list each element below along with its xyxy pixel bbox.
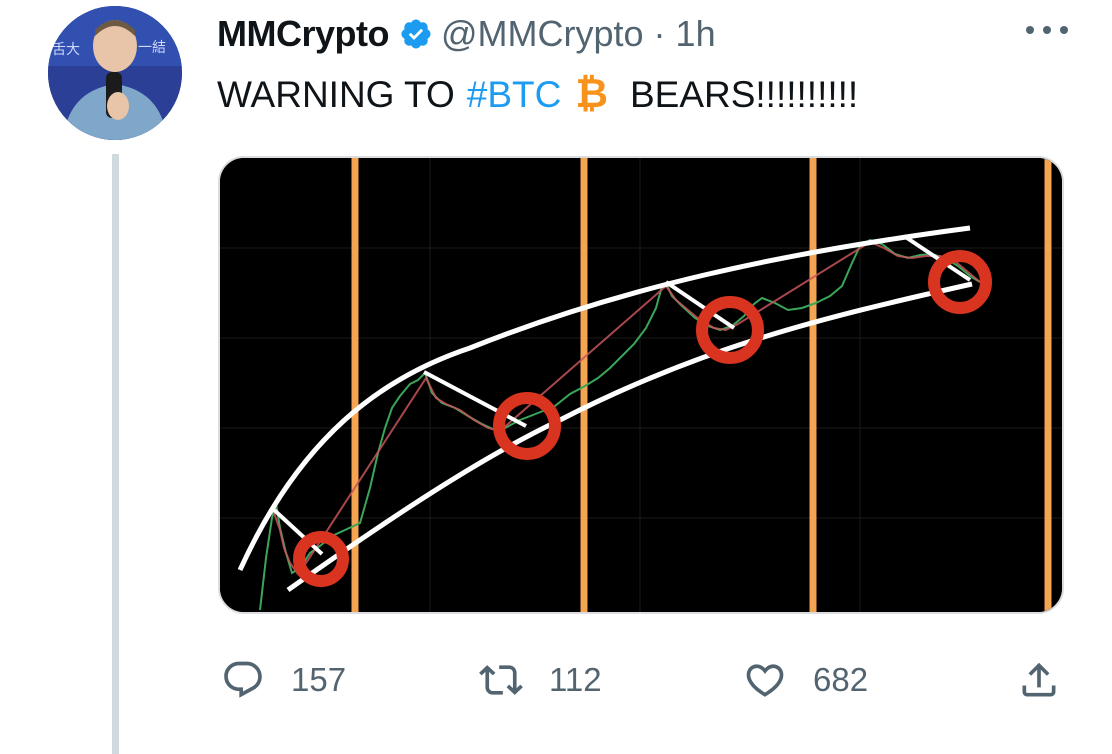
display-name[interactable]: MMCrypto	[217, 13, 389, 55]
hashtag-link[interactable]: #BTC	[467, 74, 562, 116]
more-icon[interactable]	[1026, 20, 1068, 40]
bitcoin-icon: ₿	[575, 72, 608, 116]
tweet-media-chart[interactable]	[218, 156, 1064, 614]
like-icon	[746, 664, 784, 697]
timestamp[interactable]: 1h	[676, 13, 716, 55]
separator-dot: ·	[653, 13, 666, 54]
reply-count: 157	[291, 661, 347, 698]
tweet-text-suffix: BEARS!!!!!!!!!!	[629, 73, 859, 115]
more-dot	[1060, 26, 1068, 34]
reply-button[interactable]: 157	[221, 650, 346, 710]
thread-line	[112, 154, 119, 754]
handle[interactable]: @MMCrypto	[441, 13, 644, 55]
retweet-count: 112	[549, 661, 602, 698]
verified-badge-icon	[401, 19, 431, 49]
share-button[interactable]	[1017, 650, 1061, 710]
tweet-text: WARNING TO #BTC ₿ BEARS!!!!!!!!!!	[217, 72, 858, 117]
retweet-icon	[479, 665, 523, 695]
more-dot	[1043, 26, 1051, 34]
svg-text:舌大: 舌大	[52, 42, 80, 58]
tweet-actions: 157 112 682	[217, 650, 1067, 710]
like-count: 682	[813, 661, 869, 698]
avatar-photo: 舌大 一結	[48, 6, 182, 140]
retweet-button[interactable]: 112	[479, 650, 602, 710]
tweet-header: MMCrypto @MMCrypto · 1h	[217, 12, 716, 56]
avatar[interactable]: 舌大 一結	[48, 6, 182, 140]
svg-text:一結: 一結	[138, 40, 166, 56]
btc-chart-image	[220, 158, 1062, 612]
more-dot	[1026, 26, 1034, 34]
like-button[interactable]: 682	[743, 650, 868, 710]
tweet-text-prefix: WARNING TO	[217, 73, 455, 115]
reply-icon	[224, 661, 262, 698]
share-icon	[1022, 662, 1056, 697]
